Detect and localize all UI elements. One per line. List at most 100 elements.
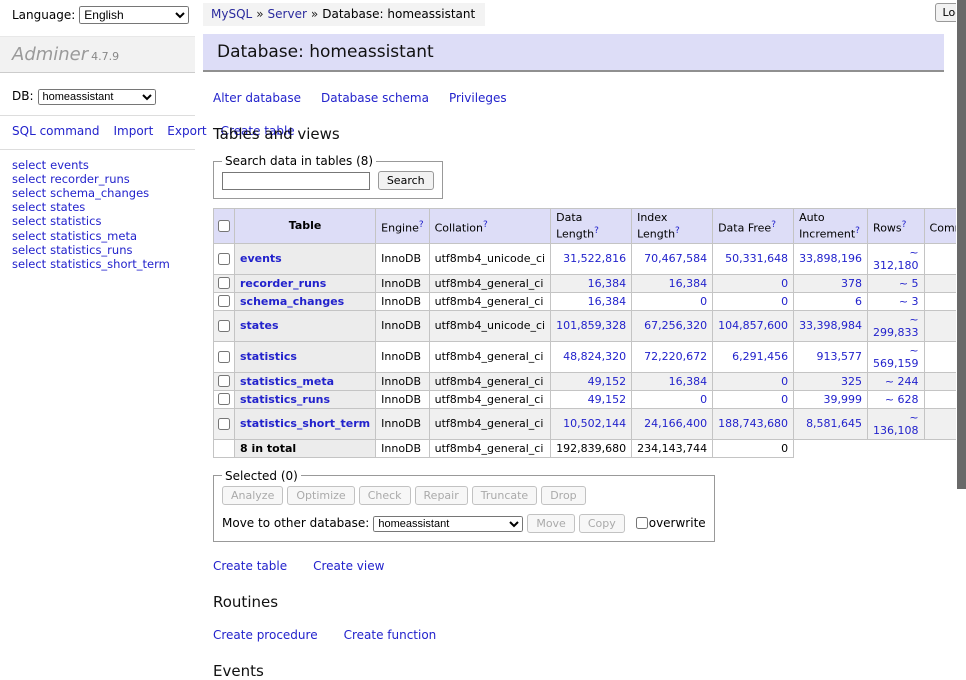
row-checkbox[interactable]: [218, 418, 230, 430]
table-link[interactable]: statistics_short_term: [240, 417, 370, 430]
row-checkbox[interactable]: [218, 277, 230, 289]
help-link-icon[interactable]: ?: [483, 220, 488, 230]
analyze-button[interactable]: Analyze: [222, 486, 283, 505]
column-header-data-length: Data Length?: [551, 209, 632, 244]
db-select[interactable]: homeassistant: [38, 89, 156, 105]
rows-count-link[interactable]: ~ 5: [899, 277, 919, 290]
help-link-icon[interactable]: ?: [675, 226, 680, 236]
table-link[interactable]: schema_changes: [240, 295, 344, 308]
collation-cell: utf8mb4_general_ci: [429, 408, 550, 439]
select-link[interactable]: select: [12, 172, 46, 186]
auto-increment-cell: 6: [794, 292, 868, 310]
rows-count-link[interactable]: ~ 312,180: [873, 246, 919, 272]
copy-button[interactable]: Copy: [579, 514, 625, 533]
table-link[interactable]: statistics_runs: [240, 393, 330, 406]
overwrite-checkbox[interactable]: [636, 517, 648, 529]
create-table-link[interactable]: Create table: [213, 559, 287, 573]
engine-cell: InnoDB: [376, 243, 429, 274]
rows-count-link[interactable]: ~ 628: [885, 393, 919, 406]
rows-count-link[interactable]: ~ 3: [899, 295, 919, 308]
auto-increment-cell: 33,398,984: [794, 310, 868, 341]
help-link-icon[interactable]: ?: [902, 220, 907, 230]
breadcrumb-server-link[interactable]: Server: [268, 7, 307, 21]
help-link-icon[interactable]: ?: [855, 226, 860, 236]
alter-database-link[interactable]: Alter database: [213, 91, 301, 105]
table-link[interactable]: statistics: [240, 350, 297, 363]
help-link-icon[interactable]: ?: [419, 220, 424, 230]
data-length-cell: 101,859,328: [551, 310, 632, 341]
rows-count-link[interactable]: ~ 299,833: [873, 313, 919, 339]
select-all-checkbox[interactable]: [218, 220, 230, 232]
privileges-link[interactable]: Privileges: [449, 91, 507, 105]
rows-count-cell: ~ 244: [868, 372, 924, 390]
row-checkbox[interactable]: [218, 393, 230, 405]
optimize-button[interactable]: Optimize: [287, 486, 354, 505]
data-length-cell: 10,502,144: [551, 408, 632, 439]
table-link-statistics-runs[interactable]: statistics_runs: [50, 243, 132, 257]
row-checkbox[interactable]: [218, 351, 230, 363]
table-link-statistics-short-term[interactable]: statistics_short_term: [50, 257, 170, 271]
adminer-app: Language:English Adminer4.7.9 DB:homeass…: [0, 0, 956, 680]
row-checkbox[interactable]: [218, 375, 230, 387]
data-free-cell: 6,291,456: [713, 341, 794, 372]
select-link[interactable]: select: [12, 186, 46, 200]
select-link[interactable]: select: [12, 257, 46, 271]
table-link-recorder-runs[interactable]: recorder_runs: [50, 172, 130, 186]
table-link-states[interactable]: states: [50, 200, 85, 214]
sidebar-item-statistics-meta: select statistics_meta: [12, 230, 195, 243]
truncate-button[interactable]: Truncate: [472, 486, 537, 505]
row-checkbox[interactable]: [218, 320, 230, 332]
column-header-collation: Collation?: [429, 209, 550, 244]
data-free-cell: 104,857,600: [713, 310, 794, 341]
create-procedure-link[interactable]: Create procedure: [213, 628, 318, 642]
help-link-icon[interactable]: ?: [771, 220, 776, 230]
title-bar: Database: homeassistant: [203, 34, 944, 72]
row-checkbox[interactable]: [218, 253, 230, 265]
routines-heading: Routines: [213, 593, 966, 611]
collation-cell: utf8mb4_general_ci: [429, 341, 550, 372]
breadcrumb-current: Database: homeassistant: [322, 7, 475, 21]
select-link[interactable]: select: [12, 200, 46, 214]
sidebar-item-statistics: select statistics: [12, 215, 195, 228]
search-input[interactable]: [222, 172, 370, 190]
column-header-auto-increment: Auto Increment?: [794, 209, 868, 244]
rows-count-link[interactable]: ~ 244: [885, 375, 919, 388]
table-link[interactable]: recorder_runs: [240, 277, 326, 290]
sidebar-import-link[interactable]: Import: [113, 124, 153, 138]
row-checkbox[interactable]: [218, 295, 230, 307]
table-link-events[interactable]: events: [50, 158, 89, 172]
table-row: statistics_short_term InnoDB utf8mb4_gen…: [214, 408, 966, 439]
search-button[interactable]: Search: [378, 171, 434, 190]
data-length-cell: 48,824,320: [551, 341, 632, 372]
repair-button[interactable]: Repair: [415, 486, 468, 505]
create-function-link[interactable]: Create function: [344, 628, 437, 642]
index-length-cell: 72,220,672: [632, 341, 713, 372]
table-total-row: 8 in total InnoDB utf8mb4_general_ci 192…: [214, 439, 966, 457]
check-button[interactable]: Check: [359, 486, 411, 505]
table-link-statistics[interactable]: statistics: [50, 214, 101, 228]
rows-count-link[interactable]: ~ 569,159: [873, 344, 919, 370]
table-link-statistics-meta[interactable]: statistics_meta: [50, 229, 137, 243]
select-link[interactable]: select: [12, 229, 46, 243]
create-view-link[interactable]: Create view: [313, 559, 384, 573]
database-schema-link[interactable]: Database schema: [321, 91, 429, 105]
breadcrumb-mysql-link[interactable]: MySQL: [211, 7, 252, 21]
drop-button[interactable]: Drop: [541, 486, 585, 505]
sidebar-sql-command-link[interactable]: SQL command: [12, 124, 99, 138]
select-link[interactable]: select: [12, 243, 46, 257]
table-link[interactable]: statistics_meta: [240, 375, 334, 388]
table-create-links: Create table Create view: [213, 559, 966, 573]
scrollbar-thumb[interactable]: [957, 0, 966, 489]
table-link-schema-changes[interactable]: schema_changes: [50, 186, 149, 200]
table-link[interactable]: events: [240, 252, 282, 265]
rows-count-link[interactable]: ~ 136,108: [873, 411, 919, 437]
move-database-select[interactable]: homeassistant: [373, 516, 523, 532]
select-link[interactable]: select: [12, 158, 46, 172]
sidebar-item-statistics-runs: select statistics_runs: [12, 244, 195, 257]
table-link[interactable]: states: [240, 319, 279, 332]
move-button[interactable]: Move: [527, 514, 575, 533]
vertical-scrollbar[interactable]: [956, 0, 966, 543]
language-select[interactable]: English: [79, 6, 189, 24]
select-link[interactable]: select: [12, 214, 46, 228]
help-link-icon[interactable]: ?: [594, 226, 599, 236]
